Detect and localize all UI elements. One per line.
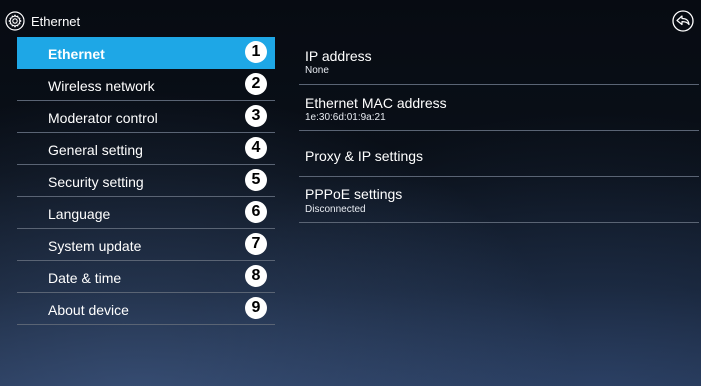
sidebar-item-label: Date & time <box>48 270 122 286</box>
mac-address-value: 1e:30:6d:01:9a:21 <box>305 112 386 123</box>
callout-number-badge: 1 <box>245 41 267 63</box>
sidebar-item-security-setting[interactable]: Security setting 5 <box>17 165 275 197</box>
callout-number-badge: 7 <box>245 233 267 255</box>
sidebar-item-label: Ethernet <box>48 46 105 62</box>
sidebar-item-label: About device <box>48 302 129 318</box>
back-arrow-icon[interactable] <box>672 10 694 32</box>
sidebar-item-ethernet[interactable]: Ethernet 1 <box>17 37 275 69</box>
sidebar-item-label: Security setting <box>48 174 144 190</box>
settings-sidebar: Ethernet 1 Wireless network 2 Moderator … <box>17 37 275 325</box>
sidebar-item-date-time[interactable]: Date & time 8 <box>17 261 275 293</box>
sidebar-item-label: Moderator control <box>48 110 158 126</box>
pppoe-settings-label: PPPoE settings <box>305 186 403 202</box>
ip-address-row[interactable]: IP address None <box>299 37 699 85</box>
callout-number-badge: 4 <box>245 137 267 159</box>
settings-gear-icon <box>5 11 25 31</box>
callout-number-badge: 5 <box>245 169 267 191</box>
top-bar: Ethernet <box>0 0 701 40</box>
sidebar-item-moderator-control[interactable]: Moderator control 3 <box>17 101 275 133</box>
sidebar-item-label: Wireless network <box>48 78 155 94</box>
mac-address-row[interactable]: Ethernet MAC address 1e:30:6d:01:9a:21 <box>299 85 699 131</box>
sidebar-item-label: System update <box>48 238 142 254</box>
sidebar-item-general-setting[interactable]: General setting 4 <box>17 133 275 165</box>
ip-address-label: IP address <box>305 48 372 64</box>
callout-number-badge: 6 <box>245 201 267 223</box>
proxy-ip-settings-label: Proxy & IP settings <box>305 148 424 164</box>
callout-number-badge: 8 <box>245 265 267 287</box>
proxy-ip-settings-row[interactable]: Proxy & IP settings <box>299 131 699 177</box>
callout-number-badge: 3 <box>245 105 267 127</box>
ip-address-value: None <box>305 65 329 76</box>
page-title: Ethernet <box>31 14 81 29</box>
sidebar-item-label: Language <box>48 206 111 222</box>
ethernet-settings-panel: IP address None Ethernet MAC address 1e:… <box>299 37 699 223</box>
callout-number-badge: 9 <box>245 297 267 319</box>
sidebar-item-about-device[interactable]: About device 9 <box>17 293 275 325</box>
sidebar-item-wireless-network[interactable]: Wireless network 2 <box>17 69 275 101</box>
pppoe-settings-row[interactable]: PPPoE settings Disconnected <box>299 177 699 223</box>
callout-number-badge: 2 <box>245 73 267 95</box>
sidebar-item-language[interactable]: Language 6 <box>17 197 275 229</box>
sidebar-item-system-update[interactable]: System update 7 <box>17 229 275 261</box>
sidebar-item-label: General setting <box>48 142 143 158</box>
mac-address-label: Ethernet MAC address <box>305 95 447 111</box>
pppoe-status-value: Disconnected <box>305 204 366 215</box>
